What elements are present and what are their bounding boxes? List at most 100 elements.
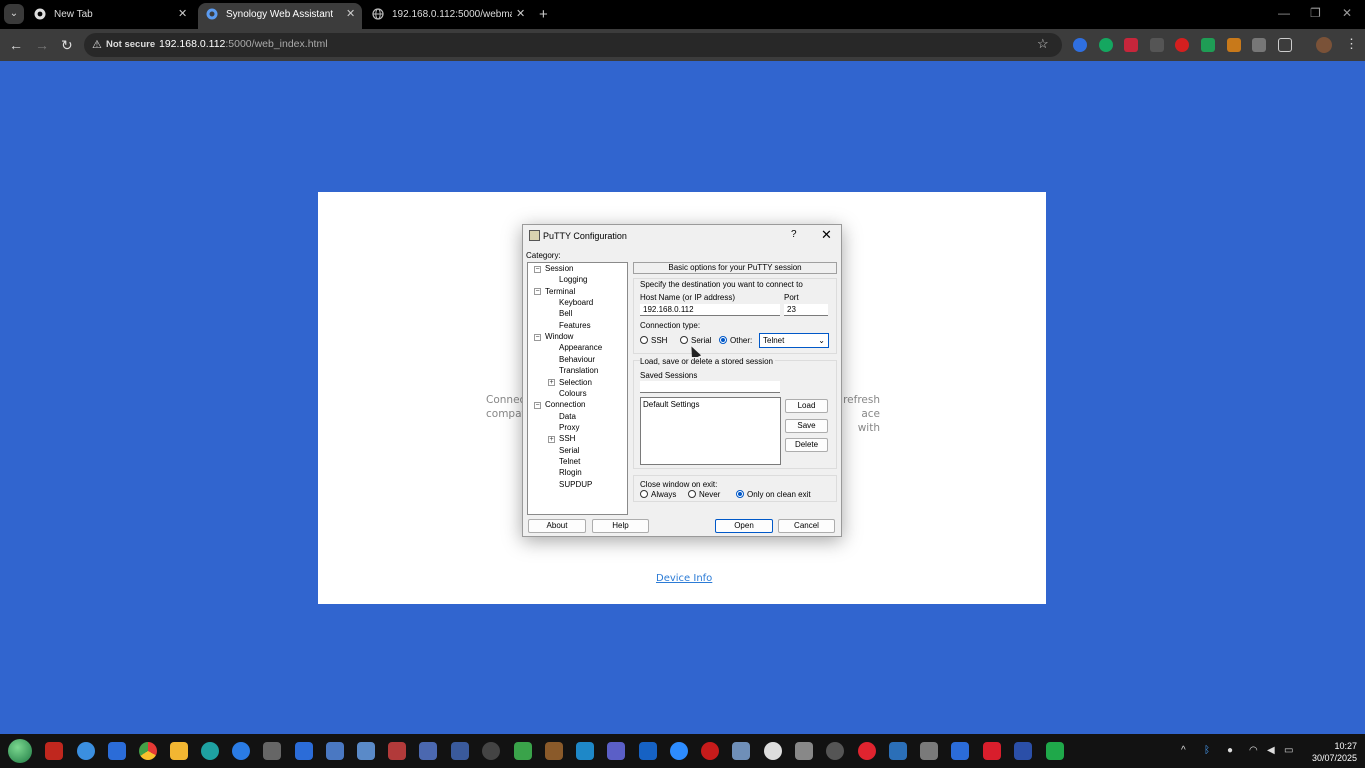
tree-item[interactable]: Selection xyxy=(559,378,592,387)
serial-radio[interactable] xyxy=(680,336,688,344)
device-info-link[interactable]: Device Info xyxy=(656,573,712,584)
tree-item[interactable]: Translation xyxy=(559,366,598,375)
tree-item[interactable]: Keyboard xyxy=(559,298,593,307)
app-icon[interactable] xyxy=(451,742,469,760)
volume-icon[interactable]: ◀ xyxy=(1267,745,1275,756)
tab-close-icon[interactable]: ✕ xyxy=(178,7,187,20)
app-icon[interactable] xyxy=(357,742,375,760)
app-icon[interactable] xyxy=(482,742,500,760)
extensions-puzzle-icon[interactable] xyxy=(1278,38,1292,52)
bluetooth-icon[interactable]: ᛒ xyxy=(1204,745,1210,756)
start-button-icon[interactable] xyxy=(8,739,32,763)
app-icon[interactable] xyxy=(1014,742,1032,760)
window-close-icon[interactable]: ✕ xyxy=(1342,6,1352,20)
app-icon[interactable] xyxy=(545,742,563,760)
close-icon[interactable]: ✕ xyxy=(821,227,832,243)
other-radio[interactable] xyxy=(719,336,727,344)
port-input[interactable]: 23 xyxy=(784,304,828,316)
back-arrow-icon[interactable]: ← xyxy=(9,37,23,53)
more-menu-icon[interactable]: ⋮ xyxy=(1345,36,1358,52)
chrome-taskbar-icon[interactable] xyxy=(139,742,157,760)
tree-item[interactable]: Terminal xyxy=(545,287,575,296)
not-secure-label[interactable]: Not secure xyxy=(106,39,155,50)
collapse-minus-icon[interactable]: − xyxy=(534,401,541,409)
app-icon[interactable] xyxy=(388,742,406,760)
app-icon[interactable] xyxy=(639,742,657,760)
tree-item[interactable]: Colours xyxy=(559,389,587,398)
new-tab-plus-icon[interactable]: + xyxy=(539,6,548,23)
app-icon[interactable] xyxy=(889,742,907,760)
sessions-list[interactable]: Default Settings xyxy=(640,397,781,465)
app-icon[interactable] xyxy=(826,742,844,760)
app-icon[interactable] xyxy=(1046,742,1064,760)
extension-green-icon[interactable] xyxy=(1201,38,1215,52)
app-icon[interactable] xyxy=(983,742,1001,760)
extension-icon[interactable] xyxy=(1073,38,1087,52)
collapse-minus-icon[interactable]: − xyxy=(534,288,541,296)
tree-item[interactable]: Appearance xyxy=(559,343,602,352)
tree-item[interactable]: Proxy xyxy=(559,423,579,432)
host-name-input[interactable]: 192.168.0.112 xyxy=(640,304,780,316)
help-button[interactable]: Help xyxy=(592,519,649,533)
tree-item[interactable]: SSH xyxy=(559,434,575,443)
cancel-button[interactable]: Cancel xyxy=(778,519,835,533)
app-icon[interactable] xyxy=(419,742,437,760)
app-icon[interactable] xyxy=(576,742,594,760)
list-item[interactable]: Default Settings xyxy=(643,400,778,409)
url-text[interactable]: 192.168.0.112:5000/web_index.html xyxy=(159,38,328,50)
restore-icon[interactable]: ❐ xyxy=(1310,6,1321,20)
app-icon[interactable] xyxy=(232,742,250,760)
forward-arrow-icon[interactable]: → xyxy=(35,37,49,53)
wifi-icon[interactable]: ◠ xyxy=(1249,745,1258,756)
protocol-select[interactable]: Telnet ⌄ xyxy=(759,333,829,348)
tree-item[interactable]: Features xyxy=(559,321,591,330)
minimize-icon[interactable]: — xyxy=(1278,6,1290,20)
download-extension-icon[interactable] xyxy=(1150,38,1164,52)
file-explorer-icon[interactable] xyxy=(170,742,188,760)
expand-plus-icon[interactable]: + xyxy=(548,379,555,386)
delete-button[interactable]: Delete xyxy=(785,438,828,452)
adblock-icon[interactable] xyxy=(1124,38,1138,52)
only-on-clean-exit-radio[interactable] xyxy=(736,490,744,498)
tree-item[interactable]: Serial xyxy=(559,446,579,455)
tab-close-icon[interactable]: ✕ xyxy=(516,7,525,20)
app-icon[interactable] xyxy=(263,742,281,760)
tree-item[interactable]: Connection xyxy=(545,400,585,409)
tree-item[interactable]: Logging xyxy=(559,275,587,284)
tab-new-tab[interactable]: New Tab ✕ xyxy=(26,0,196,29)
extension-red-icon[interactable] xyxy=(1175,38,1189,52)
load-button[interactable]: Load xyxy=(785,399,828,413)
battery-icon[interactable]: ▭ xyxy=(1284,745,1293,756)
app-icon[interactable] xyxy=(201,742,219,760)
app-icon[interactable] xyxy=(795,742,813,760)
putty-taskbar-icon[interactable] xyxy=(732,742,750,760)
bookmark-star-icon[interactable]: ☆ xyxy=(1037,36,1049,52)
help-icon[interactable]: ? xyxy=(791,229,797,240)
calculator-icon[interactable] xyxy=(920,742,938,760)
app-icon[interactable] xyxy=(108,742,126,760)
tree-item[interactable]: Bell xyxy=(559,309,572,318)
tab-close-icon[interactable]: ✕ xyxy=(346,7,355,20)
app-icon[interactable] xyxy=(77,742,95,760)
tree-item[interactable]: Rlogin xyxy=(559,468,582,477)
tree-item[interactable]: Window xyxy=(545,332,573,341)
app-icon[interactable] xyxy=(326,742,344,760)
about-button[interactable]: About xyxy=(528,519,586,533)
category-tree[interactable]: Session − Logging Terminal − Keyboard Bell Feat… xyxy=(527,262,628,515)
tree-item[interactable]: Session xyxy=(545,264,573,273)
tree-item[interactable]: SUPDUP xyxy=(559,480,592,489)
profile-avatar[interactable] xyxy=(1316,37,1332,53)
ssh-radio[interactable] xyxy=(640,336,648,344)
never-radio[interactable] xyxy=(688,490,696,498)
address-bar[interactable]: ⚠ Not secure 192.168.0.112:5000/web_inde… xyxy=(84,33,1062,57)
tree-item[interactable]: Telnet xyxy=(559,457,580,466)
taskbar-clock[interactable]: 10:27 30/07/2025 xyxy=(1312,740,1357,764)
always-radio[interactable] xyxy=(640,490,648,498)
tab-synology-web-assistant[interactable]: Synology Web Assistant ✕ xyxy=(198,3,362,29)
grammarly-icon[interactable] xyxy=(1099,38,1113,52)
extension-orange-icon[interactable] xyxy=(1227,38,1241,52)
app-icon[interactable] xyxy=(45,742,63,760)
open-button[interactable]: Open xyxy=(715,519,773,533)
app-icon[interactable] xyxy=(701,742,719,760)
tree-item[interactable]: Data xyxy=(559,412,576,421)
